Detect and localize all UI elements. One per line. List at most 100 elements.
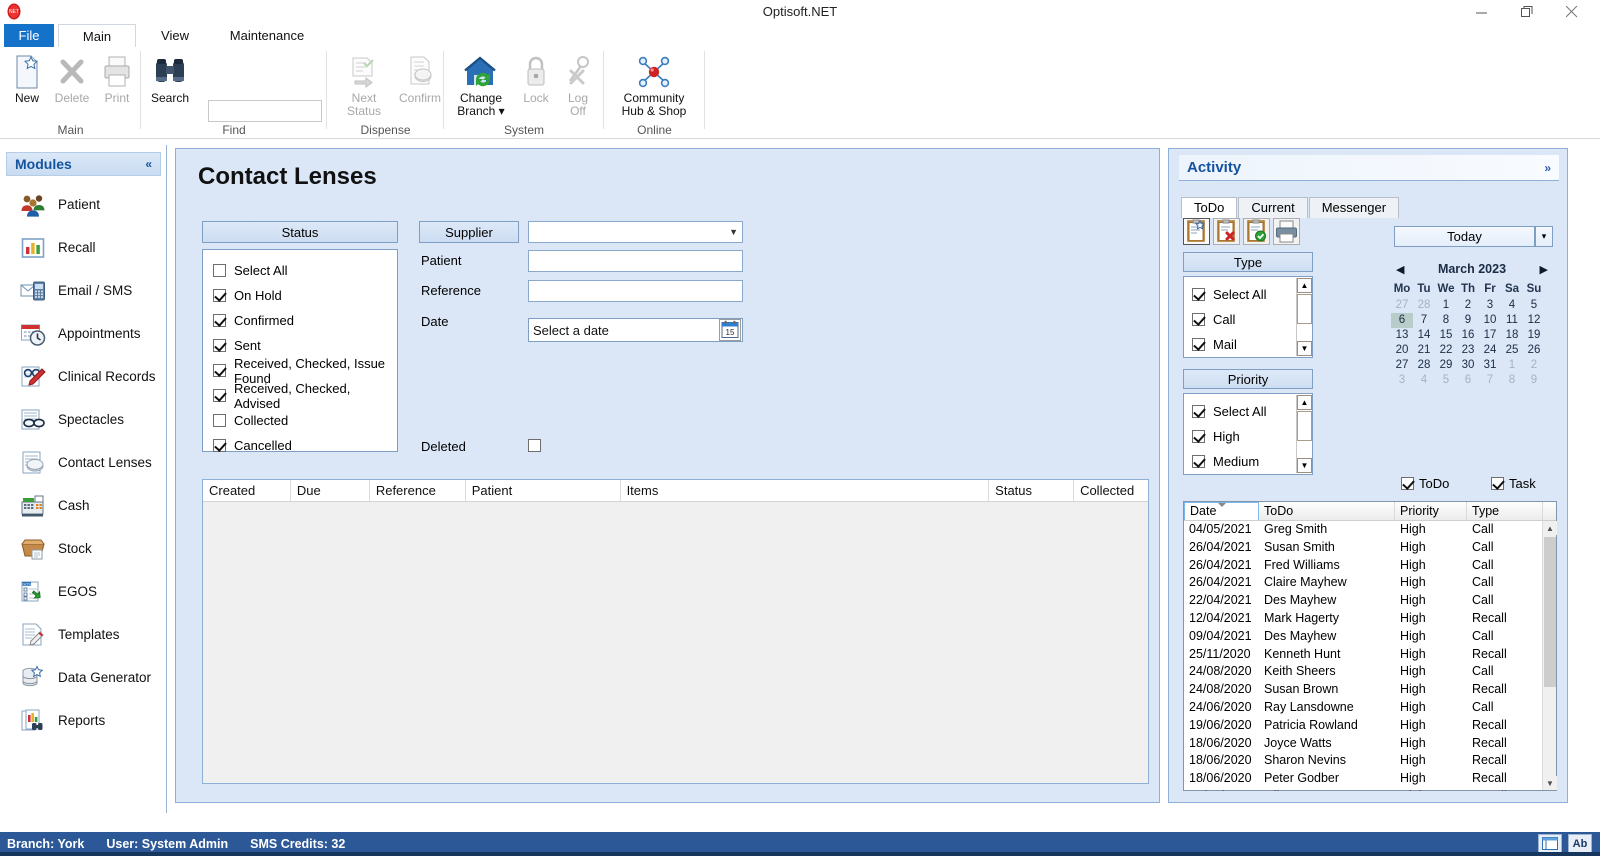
calendar-day[interactable]: 1 [1435,298,1457,313]
collapse-sidebar-button[interactable]: « [145,157,152,171]
tab-todo[interactable]: ToDo [1181,197,1238,218]
table-row[interactable]: 26/04/2021 Claire Mayhew High Call [1184,574,1556,592]
checkbox-icon[interactable] [213,289,226,302]
table-row[interactable]: 22/04/2021 Des Mayhew High Call [1184,592,1556,610]
checkbox-icon[interactable] [213,439,226,452]
calendar-day[interactable]: 26 [1523,343,1545,358]
calendar-day[interactable]: 10 [1479,313,1501,328]
todo-column-todo[interactable]: ToDo [1259,502,1395,520]
tab-view[interactable]: View [140,24,210,47]
layout-icon[interactable] [1538,834,1562,853]
calendar-day[interactable]: 20 [1391,343,1413,358]
checkbox-icon[interactable] [1192,430,1205,443]
checkbox-icon[interactable] [1192,405,1205,418]
calendar-day[interactable]: 8 [1435,313,1457,328]
print-todo-button[interactable] [1273,218,1300,245]
today-dropdown-button[interactable]: ▾ [1535,226,1553,247]
calendar-day[interactable]: 8 [1501,373,1523,388]
calendar-day[interactable]: 6 [1457,373,1479,388]
table-row[interactable]: 18/06/2020 Peter Godber High Recall [1184,770,1556,788]
checkbox-icon[interactable] [1192,338,1205,351]
scroll-down-icon[interactable]: ▼ [1297,341,1312,356]
scroll-up-icon[interactable]: ▲ [1297,395,1312,410]
calendar-prev-month-button[interactable]: ◀ [1396,263,1404,276]
calendar-day[interactable]: 21 [1413,343,1435,358]
ribbon-community-hub-button[interactable]: Community Hub & Shop [608,51,700,118]
tab-current[interactable]: Current [1238,197,1308,218]
deleted-checkbox[interactable] [528,439,541,452]
grid-column-due[interactable]: Due [291,480,370,501]
todo-column-priority[interactable]: Priority [1395,502,1467,520]
checkbox-icon[interactable] [213,414,226,427]
abbreviation-icon[interactable]: Ab [1568,834,1592,853]
todo-filter-toggle[interactable]: ToDo [1401,476,1449,491]
scroll-up-icon[interactable]: ▲ [1297,278,1312,293]
checkbox-icon[interactable] [1491,477,1504,490]
status-option-received-issue-found[interactable]: Received, Checked, Issue Found [213,356,387,386]
checkbox-icon[interactable] [1192,288,1205,301]
date-picker[interactable]: Select a date 15 [528,318,743,342]
calendar-day[interactable]: 31 [1479,358,1501,373]
status-option-received-advised[interactable]: Received, Checked, Advised [213,381,387,411]
ribbon-new-button[interactable]: New [3,51,51,105]
priority-option-select-all[interactable]: Select All [1192,399,1304,424]
sidebar-item-reports[interactable]: Reports [0,699,167,742]
grid-column-status[interactable]: Status [989,480,1075,501]
calendar-day[interactable]: 15 [1435,328,1457,343]
sidebar-item-email-sms[interactable]: Email / SMS [0,269,167,312]
calendar-day[interactable]: 24 [1479,343,1501,358]
delete-todo-button[interactable] [1213,218,1240,245]
table-row[interactable]: 26/04/2021 Fred Williams High Call [1184,557,1556,575]
calendar-day[interactable]: 5 [1435,373,1457,388]
calendar-day[interactable]: 9 [1523,373,1545,388]
close-button[interactable] [1549,0,1594,24]
reference-input[interactable] [528,280,743,302]
calendar-day[interactable]: 7 [1479,373,1501,388]
search-input[interactable] [208,100,322,122]
calendar-day[interactable]: 4 [1413,373,1435,388]
ribbon-lock-button[interactable]: Lock [512,51,560,105]
ribbon-log-off-button[interactable]: Log Off [554,51,602,118]
scrollbar-thumb[interactable] [1544,537,1556,687]
sidebar-item-spectacles[interactable]: Spectacles [0,398,167,441]
priority-listbox-scrollbar[interactable]: ▲ ▼ [1296,395,1312,473]
calendar-day[interactable]: 2 [1523,358,1545,373]
calendar-day[interactable]: 14 [1413,328,1435,343]
tab-messenger[interactable]: Messenger [1308,197,1400,218]
maximize-button[interactable] [1504,0,1549,24]
todo-grid-scrollbar[interactable]: ▲ ▼ [1542,521,1557,790]
table-row[interactable]: 19/06/2020 Patricia Rowland High Recall [1184,717,1556,735]
table-row[interactable]: 24/08/2020 Susan Brown High Recall [1184,681,1556,699]
today-button[interactable]: Today [1394,226,1535,247]
calendar-day[interactable]: 29 [1435,358,1457,373]
scroll-down-icon[interactable]: ▼ [1543,776,1557,790]
checkbox-icon[interactable] [1192,455,1205,468]
checkbox-icon[interactable] [213,314,226,327]
sidebar-item-templates[interactable]: Templates [0,613,167,656]
calendar-day[interactable]: 12 [1523,313,1545,328]
calendar-day[interactable]: 18 [1501,328,1523,343]
calendar-day[interactable]: 28 [1413,358,1435,373]
todo-column-type[interactable]: Type [1467,502,1543,520]
table-row[interactable]: 18/06/2020 Joyce Watts High Recall [1184,735,1556,753]
calendar-day[interactable]: 30 [1457,358,1479,373]
sidebar-item-cash[interactable]: Cash [0,484,167,527]
grid-column-items[interactable]: Items [621,480,990,501]
calendar-day[interactable]: 22 [1435,343,1457,358]
todo-column-date[interactable]: Date [1184,502,1259,520]
status-option-collected[interactable]: Collected [213,408,387,433]
ribbon-search-button[interactable]: Search [146,51,194,105]
scrollbar-thumb[interactable] [1297,411,1312,441]
supplier-select[interactable]: ▼ [528,221,743,243]
grid-column-reference[interactable]: Reference [370,480,466,501]
sidebar-item-data-generator[interactable]: Data Generator [0,656,167,699]
calendar-day[interactable]: 11 [1501,313,1523,328]
scrollbar-thumb[interactable] [1297,294,1312,324]
calendar-day[interactable]: 5 [1523,298,1545,313]
sidebar-item-contact-lenses[interactable]: Contact Lenses [0,441,167,484]
table-row[interactable]: 18/06/2020 Oliver Evans High Recall [1184,788,1556,791]
tab-maintenance[interactable]: Maintenance [212,24,322,47]
checkbox-icon[interactable] [1401,477,1414,490]
tab-main[interactable]: Main [58,24,136,47]
table-row[interactable]: 26/04/2021 Susan Smith High Call [1184,539,1556,557]
